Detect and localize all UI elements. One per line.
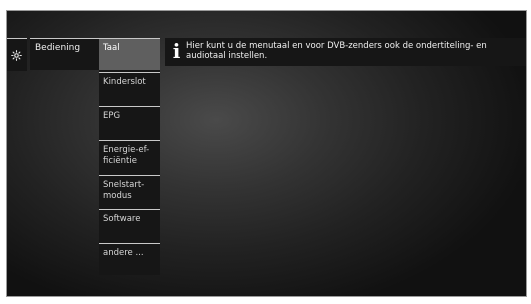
menu-item-bediening[interactable]: Bediening — [30, 38, 99, 70]
submenu-item-snelstart-modus[interactable]: Snelstart- modus — [99, 175, 160, 207]
tv-menu-screen: Bediening Taal Kinderslot EPG Energie-ef… — [6, 10, 527, 297]
submenu-list: Taal Kinderslot EPG Energie-ef- ficiënti… — [99, 38, 160, 275]
info-box: i Hier kunt u de menutaal en voor DVB-ze… — [165, 38, 527, 66]
gear-icon — [11, 49, 22, 61]
submenu-item-software[interactable]: Software — [99, 209, 160, 241]
submenu-item-taal[interactable]: Taal — [99, 38, 160, 70]
submenu-item-andere[interactable]: andere ... — [99, 243, 160, 275]
settings-category-tile[interactable] — [6, 38, 27, 71]
info-text: Hier kunt u de menutaal en voor DVB-zend… — [186, 41, 487, 61]
menu-item-label: Bediening — [35, 43, 81, 53]
submenu-item-kinderslot[interactable]: Kinderslot — [99, 72, 160, 104]
submenu-item-epg[interactable]: EPG — [99, 106, 160, 138]
info-icon: i — [172, 39, 181, 63]
submenu-item-energie-efficientie[interactable]: Energie-ef- ficiëntie — [99, 140, 160, 173]
